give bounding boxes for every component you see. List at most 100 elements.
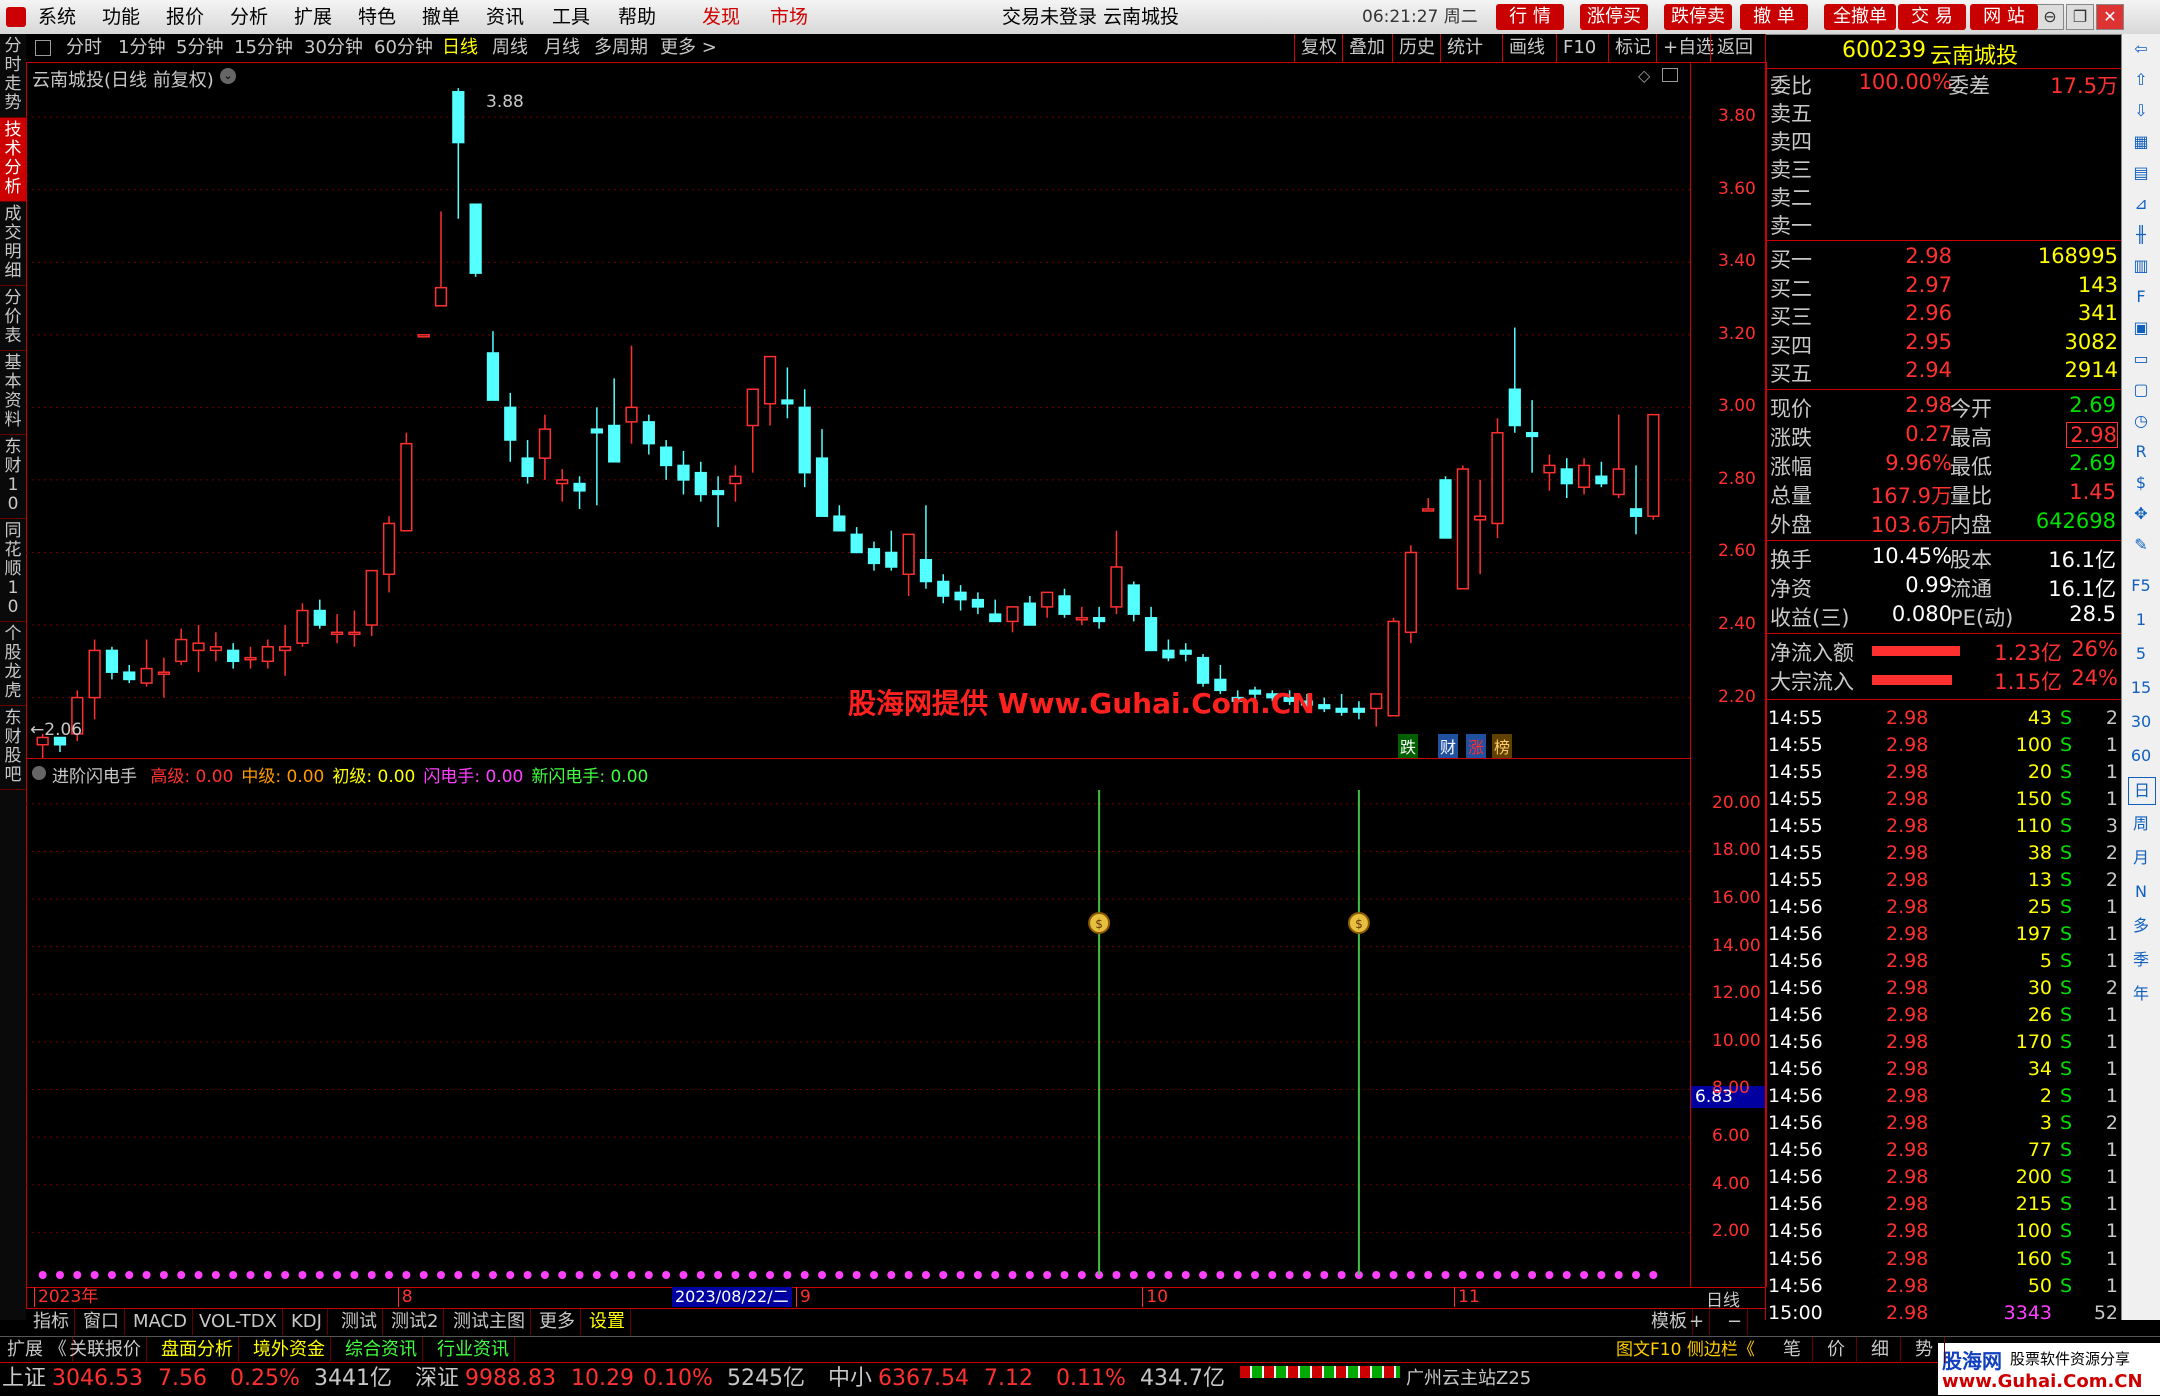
tool-6[interactable]: 标记 xyxy=(1608,34,1651,62)
menu-item-0[interactable]: 系统 xyxy=(38,0,76,34)
cycle-11[interactable]: 季 xyxy=(2128,947,2154,973)
info-tab-3[interactable]: 境外资金 xyxy=(248,1337,331,1363)
clock-icon[interactable]: ◷ xyxy=(2128,408,2154,434)
cycle-0[interactable]: F5 xyxy=(2128,573,2154,599)
f10-sidebar-link[interactable]: 图文F10 侧边栏《 xyxy=(1616,1337,1755,1363)
f10-icon[interactable]: F xyxy=(2128,284,2154,310)
cycle-3[interactable]: 15 xyxy=(2128,675,2154,701)
period-tab-3[interactable]: 15分钟 xyxy=(234,34,293,62)
up-icon[interactable]: ⇧ xyxy=(2128,67,2154,93)
menu-item-2[interactable]: 报价 xyxy=(166,0,204,34)
back-icon[interactable]: ⇦ xyxy=(2128,36,2154,62)
period-tab-1[interactable]: 1分钟 xyxy=(118,34,165,62)
trade-button-4[interactable]: 全撤单 xyxy=(1824,4,1896,30)
indicator-chart[interactable]: $ $ 进阶闪电手 高级: 0.00 中级: 0.00 初级: 0.00 闪电手: 0.… xyxy=(26,760,1690,1288)
trade-button-3[interactable]: 撤 单 xyxy=(1740,4,1808,30)
period-tab-6[interactable]: 日线 xyxy=(442,34,478,62)
grid-icon[interactable]: ▤ xyxy=(2128,160,2154,186)
menu-item-1[interactable]: 功能 xyxy=(102,0,140,34)
down-icon[interactable]: ⇩ xyxy=(2128,98,2154,124)
candle-icon[interactable]: ╫ xyxy=(2128,222,2154,248)
info-tab-1[interactable]: 关联报价 xyxy=(64,1337,147,1363)
indicator-tab-7[interactable]: 测试主图 xyxy=(448,1309,531,1335)
right-bottom-tab-1[interactable]: 价 xyxy=(1816,1337,1857,1363)
trade-button-0[interactable]: 行 情 xyxy=(1496,4,1564,30)
tool-0[interactable]: 复权 xyxy=(1294,34,1337,62)
left-tab-8[interactable]: 东财股吧 xyxy=(0,706,26,790)
period-tab-8[interactable]: 月线 xyxy=(544,34,580,62)
cycle-5[interactable]: 60 xyxy=(2128,743,2154,769)
template-tab-1[interactable]: + xyxy=(1684,1309,1711,1335)
chart-title-toggle-icon[interactable]: ⌄ xyxy=(220,68,236,84)
left-tab-0[interactable]: 分时走势 xyxy=(0,34,26,118)
indicator-toggle-icon[interactable] xyxy=(32,766,46,780)
table-icon[interactable]: ▥ xyxy=(2128,253,2154,279)
trade-button-5[interactable]: 交 易 xyxy=(1898,4,1966,30)
cycle-2[interactable]: 5 xyxy=(2128,641,2154,667)
trade-button-6[interactable]: 网 站 xyxy=(1970,4,2038,30)
screen-icon[interactable]: ▢ xyxy=(2128,377,2154,403)
tool-4[interactable]: 画线 xyxy=(1502,34,1545,62)
menu-item-8[interactable]: 工具 xyxy=(552,0,590,34)
restore-icon[interactable]: ❐ xyxy=(2066,4,2094,30)
menu-item-9[interactable]: 帮助 xyxy=(618,0,656,34)
menu-item-6[interactable]: 撤单 xyxy=(422,0,460,34)
move-icon[interactable]: ✥ xyxy=(2128,501,2154,527)
left-tab-1[interactable]: 技术分析 xyxy=(0,118,26,202)
pen-icon[interactable]: ✎ xyxy=(2128,532,2154,558)
minimize-icon[interactable]: ⊖ xyxy=(2036,4,2064,30)
menu-item-7[interactable]: 资讯 xyxy=(486,0,524,34)
tool-3[interactable]: 统计 xyxy=(1440,34,1483,62)
indicator-tab-4[interactable]: KDJ xyxy=(286,1309,328,1335)
close-icon[interactable]: ✕ xyxy=(2096,4,2124,30)
window-toggle-icon[interactable] xyxy=(1662,68,1678,82)
rsi-icon[interactable]: R xyxy=(2128,439,2154,465)
kline-chart[interactable]: 云南城投(日线 前复权) ⌄ ◇ 3.88 ←2.06 股海网提供 Www.Gu… xyxy=(26,62,1690,759)
period-tab-7[interactable]: 周线 xyxy=(492,34,528,62)
cycle-6[interactable]: 日 xyxy=(2128,777,2156,805)
left-tab-6[interactable]: 同花顺10 xyxy=(0,519,26,622)
tool-7[interactable]: +自选 xyxy=(1656,34,1714,62)
tool-1[interactable]: 叠加 xyxy=(1342,34,1385,62)
chart-tag-2[interactable]: 涨 xyxy=(1466,734,1487,758)
left-tab-3[interactable]: 分价表 xyxy=(0,286,26,351)
cycle-1[interactable]: 1 xyxy=(2128,607,2154,633)
right-bottom-tab-3[interactable]: 势 xyxy=(1904,1337,1945,1363)
indicator-tab-2[interactable]: MACD xyxy=(128,1309,193,1335)
period-tab-9[interactable]: 多周期 xyxy=(594,34,648,62)
tool-2[interactable]: 历史 xyxy=(1392,34,1435,62)
period-tab-4[interactable]: 30分钟 xyxy=(304,34,363,62)
info-tab-4[interactable]: 综合资讯 xyxy=(340,1337,423,1363)
indicator-tab-0[interactable]: 指标 xyxy=(28,1309,75,1335)
period-tab-0[interactable]: 分时 xyxy=(66,34,102,62)
left-tab-4[interactable]: 基本资料 xyxy=(0,351,26,435)
period-tab-2[interactable]: 5分钟 xyxy=(176,34,223,62)
cycle-9[interactable]: N xyxy=(2128,879,2154,905)
money-icon[interactable]: $ xyxy=(2128,470,2154,496)
indicator-tab-5[interactable]: 测试 xyxy=(336,1309,383,1335)
chart-icon[interactable]: ⊿ xyxy=(2128,191,2154,217)
info-tab-0[interactable]: 扩展 《 xyxy=(2,1337,73,1363)
info-tab-5[interactable]: 行业资讯 xyxy=(432,1337,515,1363)
indicator-tab-9[interactable]: 设置 xyxy=(584,1309,631,1335)
tool-5[interactable]: F10 xyxy=(1556,34,1596,62)
indicator-tab-3[interactable]: VOL-TDX xyxy=(194,1309,283,1335)
toggle-panel-icon[interactable] xyxy=(35,40,51,56)
tool-8[interactable]: 返回 xyxy=(1710,34,1753,62)
indicator-tab-8[interactable]: 更多 xyxy=(534,1309,581,1335)
cycle-7[interactable]: 周 xyxy=(2128,811,2154,837)
menu-item-4[interactable]: 扩展 xyxy=(294,0,332,34)
left-tab-7[interactable]: 个股龙虎 xyxy=(0,622,26,706)
indicator-tab-6[interactable]: 测试2 xyxy=(386,1309,445,1335)
left-tab-5[interactable]: 东财10 xyxy=(0,435,26,519)
indicator-tab-1[interactable]: 窗口 xyxy=(78,1309,125,1335)
left-tab-2[interactable]: 成交明细 xyxy=(0,202,26,286)
diamond-icon[interactable]: ◇ xyxy=(1638,66,1650,85)
info-tab-2[interactable]: 盘面分析 xyxy=(156,1337,239,1363)
trade-button-1[interactable]: 涨停买 xyxy=(1580,4,1648,30)
cycle-8[interactable]: 月 xyxy=(2128,845,2154,871)
menu-highlight-1[interactable]: 市场 xyxy=(770,0,808,34)
trade-button-2[interactable]: 跌停卖 xyxy=(1664,4,1732,30)
period-tab-5[interactable]: 60分钟 xyxy=(374,34,433,62)
menu-item-3[interactable]: 分析 xyxy=(230,0,268,34)
